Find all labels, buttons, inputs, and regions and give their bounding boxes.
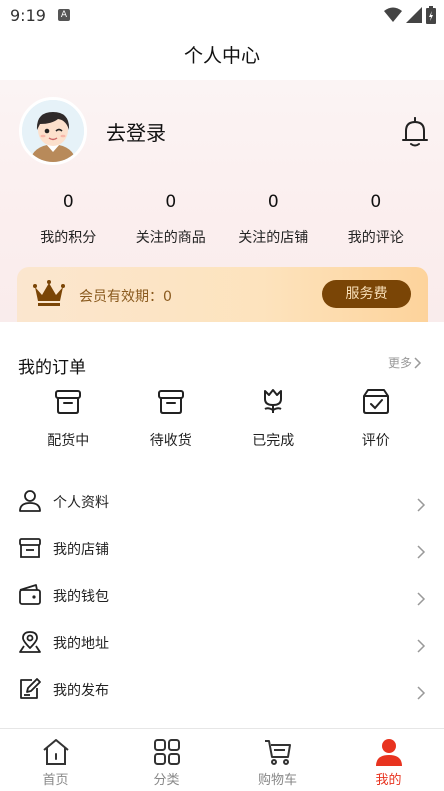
tab-cart[interactable]: 购物车 xyxy=(222,729,333,791)
order-label: 配货中 xyxy=(47,433,90,449)
vip-expiry: 会员有效期：0 xyxy=(79,289,172,305)
stats-row: 0 我的积分 0 关注的商品 0 关注的店铺 0 我的评论 xyxy=(17,192,427,247)
system-icons xyxy=(384,6,436,24)
service-fee-button[interactable]: 服务费 xyxy=(322,280,411,308)
order-status-row: 配货中 待收货 已完成 评价 xyxy=(17,383,427,450)
store-icon xyxy=(19,538,41,558)
notification-badge: A xyxy=(58,9,70,21)
menu-item-store[interactable]: 我的店铺 xyxy=(0,525,444,572)
stat-label: 我的积分 xyxy=(40,230,97,246)
menu-item-wallet[interactable]: 我的钱包 xyxy=(0,572,444,619)
wifi-icon xyxy=(384,7,402,22)
stat-followed-products[interactable]: 0 关注的商品 xyxy=(120,192,223,247)
box-icon xyxy=(55,390,82,414)
status-bar: 9:19 A xyxy=(0,0,444,32)
chevron-right-icon xyxy=(417,686,426,700)
menu-item-posts[interactable]: 我的发布 xyxy=(0,666,444,713)
flower-icon xyxy=(264,389,283,413)
order-preparing[interactable]: 配货中 xyxy=(17,383,120,450)
chevron-right-icon xyxy=(417,592,426,606)
avatar[interactable] xyxy=(19,97,87,165)
stat-followed-stores[interactable]: 0 关注的店铺 xyxy=(222,192,325,247)
user-icon xyxy=(19,490,41,512)
wallet-icon xyxy=(19,584,41,605)
package-icon xyxy=(157,390,184,414)
settings-menu: 个人资料 我的店铺 我的钱包 我的地址 我的发布 xyxy=(0,478,444,713)
tab-home[interactable]: 首页 xyxy=(0,729,111,791)
order-review[interactable]: 评价 xyxy=(325,383,428,450)
orders-title: 我的订单 xyxy=(18,358,86,378)
menu-label: 个人资料 xyxy=(53,495,109,511)
stat-comments[interactable]: 0 我的评论 xyxy=(325,192,428,247)
tab-category[interactable]: 分类 xyxy=(111,729,222,791)
chevron-right-icon xyxy=(417,639,426,653)
home-icon xyxy=(42,739,69,765)
stat-label: 关注的商品 xyxy=(135,230,206,246)
tab-label: 我的 xyxy=(375,773,402,788)
stat-value: 0 xyxy=(267,192,279,212)
signal-icon xyxy=(406,7,422,23)
status-time: 9:19 xyxy=(10,6,46,25)
location-icon xyxy=(19,631,41,653)
login-link[interactable]: 去登录 xyxy=(106,117,166,146)
edit-icon xyxy=(20,678,41,699)
grid-icon xyxy=(153,739,180,765)
order-label: 评价 xyxy=(361,433,390,449)
chevron-right-icon xyxy=(417,498,426,512)
review-box-icon xyxy=(362,389,389,414)
order-label: 已完成 xyxy=(252,433,295,449)
cart-icon xyxy=(264,740,291,765)
menu-label: 我的店铺 xyxy=(53,542,109,558)
tab-mine[interactable]: 我的 xyxy=(333,729,444,791)
battery-icon xyxy=(426,6,436,24)
stat-points[interactable]: 0 我的积分 xyxy=(17,192,120,247)
menu-label: 我的发布 xyxy=(53,683,109,699)
menu-label: 我的钱包 xyxy=(53,589,109,605)
tab-label: 首页 xyxy=(42,773,69,788)
order-label: 待收货 xyxy=(149,433,192,449)
more-label: 更多 xyxy=(388,356,413,370)
stat-value: 0 xyxy=(165,192,177,212)
menu-item-address[interactable]: 我的地址 xyxy=(0,619,444,666)
profile-icon xyxy=(375,739,402,766)
chevron-right-icon xyxy=(417,545,426,559)
avatar-image xyxy=(22,100,84,162)
stat-label: 我的评论 xyxy=(347,230,404,246)
tab-label: 分类 xyxy=(153,773,180,788)
order-completed[interactable]: 已完成 xyxy=(222,383,325,450)
stat-value: 0 xyxy=(62,192,74,212)
bell-icon[interactable] xyxy=(400,116,430,148)
stat-value: 0 xyxy=(370,192,382,212)
order-to-receive[interactable]: 待收货 xyxy=(120,383,223,450)
orders-more-link[interactable]: 更多 xyxy=(388,354,422,371)
page-title: 个人中心 xyxy=(183,45,260,67)
menu-item-profile[interactable]: 个人资料 xyxy=(0,478,444,525)
menu-label: 我的地址 xyxy=(53,636,109,652)
chevron-right-icon xyxy=(414,356,422,369)
crown-icon xyxy=(33,279,65,307)
stat-label: 关注的店铺 xyxy=(238,230,309,246)
bottom-tab-bar: 首页 分类 购物车 我的 xyxy=(0,728,444,791)
vip-card: 会员有效期：0 服务费 xyxy=(17,267,428,322)
tab-label: 购物车 xyxy=(257,773,297,788)
